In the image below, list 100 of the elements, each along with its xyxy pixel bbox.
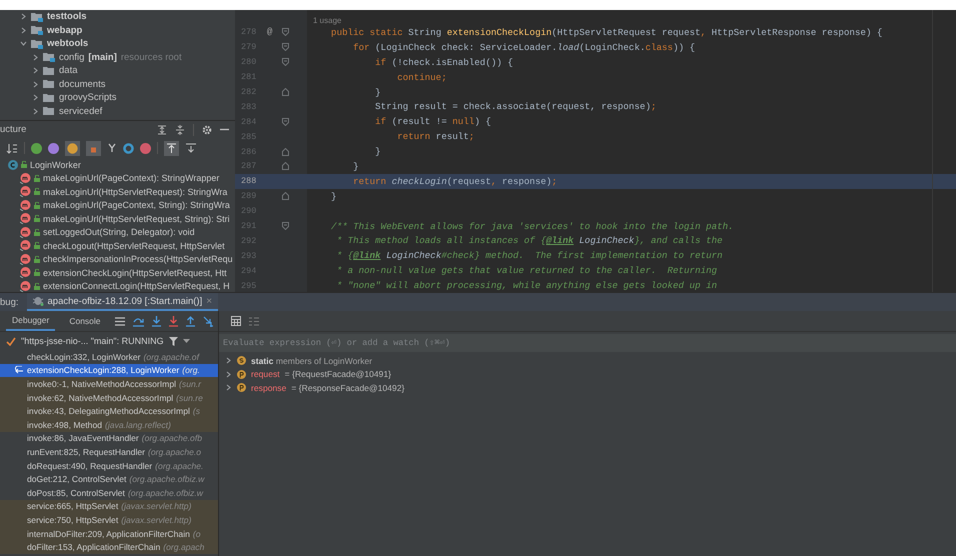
structure-item[interactable]: makeLoginUrl(PageContext, String): StringWra: [43, 200, 230, 210]
fold-icon[interactable]: [282, 43, 289, 52]
stack-frame[interactable]: extensionCheckLogin:288, LoginWorker (org.: [0, 364, 218, 378]
fork-icon[interactable]: [107, 143, 117, 153]
stack-frame[interactable]: invoke0:-1, NativeMethodAccessorImpl (sun.r: [0, 377, 218, 391]
code-line: }: [374, 146, 381, 158]
stack-frame[interactable]: doFilter:153, ApplicationFilterChain (org.apach: [0, 540, 218, 554]
run-to-cursor-icon[interactable]: [202, 316, 214, 326]
step-out-icon[interactable]: [186, 316, 195, 326]
panel-tab[interactable]: Console: [63, 311, 107, 331]
autoscroll-from-source-icon[interactable]: [185, 142, 197, 154]
stack-frame[interactable]: invoke:498, Method (java.lang.reflect): [0, 418, 218, 432]
fold-icon[interactable]: [282, 118, 289, 126]
code-line: * a non-null value gets that value returned to the caller. Returning: [336, 265, 717, 276]
ring-icon[interactable]: [123, 142, 134, 154]
code-line: /** This WebEvent allows for java 'services' to hook into the login path.: [330, 220, 734, 232]
settings-icon[interactable]: [202, 124, 212, 134]
fold-icon[interactable]: [282, 192, 289, 200]
fold-icon[interactable]: [282, 148, 289, 156]
chevron-right-icon[interactable]: [32, 108, 39, 115]
tree-item-label[interactable]: webapp: [47, 24, 82, 36]
lambda-icon[interactable]: [140, 142, 151, 154]
tree-item-label[interactable]: webtools: [47, 38, 88, 50]
usage-hint[interactable]: 1 usage: [313, 16, 342, 25]
override-marker-icon[interactable]: @: [267, 27, 276, 38]
lock-icon: [34, 188, 40, 196]
sort-icon[interactable]: [6, 142, 18, 154]
structure-item[interactable]: setLoggedOut(String, Delegator): void: [43, 227, 195, 238]
minimize-icon[interactable]: [220, 128, 229, 131]
structure-item[interactable]: extensionCheckLogin(HttpServletRequest, Htt: [43, 268, 227, 278]
property-icon[interactable]: [48, 142, 59, 154]
tree-item-label[interactable]: groovyScripts: [59, 92, 117, 104]
folder-icon: [43, 79, 55, 90]
tree-item-hint: resources root: [120, 52, 182, 63]
lock-icon: [34, 174, 40, 182]
chevron-right-icon[interactable]: [32, 54, 39, 61]
tree-item-label[interactable]: data: [59, 65, 78, 76]
tree-item-label[interactable]: documents: [59, 78, 106, 90]
chevron-down-icon[interactable]: [20, 40, 27, 48]
code-line: String result = check.associate(request, response);: [374, 101, 656, 112]
field-icon[interactable]: [65, 140, 80, 156]
parameter-icon: [237, 383, 246, 392]
panel-tab[interactable]: Debugger: [6, 311, 56, 331]
fold-icon[interactable]: [282, 28, 289, 36]
structure-item[interactable]: extensionConnectLogin(HttpServletRequest, H: [43, 281, 230, 292]
code-line: public static String extensionCheckLogin(HttpServletRequest request, HttpServletResponse response) {: [330, 26, 882, 38]
lock-icon: [21, 161, 27, 168]
method-icon: [20, 254, 31, 265]
structure-item[interactable]: checkLogout(HttpServletRequest, HttpServlet: [43, 240, 225, 251]
dropdown-caret-icon[interactable]: [182, 339, 190, 343]
return-arrow-icon: [15, 366, 24, 374]
structure-item[interactable]: makeLoginUrl(HttpServletRequest): StringWra: [43, 186, 228, 197]
folder-icon: [43, 66, 55, 76]
fold-icon[interactable]: [282, 222, 289, 230]
fold-icon[interactable]: [282, 58, 289, 66]
menu-icon[interactable]: [114, 316, 125, 326]
step-over-icon[interactable]: [132, 316, 144, 326]
parameter-icon: [237, 370, 246, 379]
watches-icon[interactable]: [249, 316, 259, 326]
variable-value: = {ResponseFacade@10492}: [291, 382, 404, 393]
tree-item-label[interactable]: testtools: [47, 11, 87, 22]
module-folder-icon: [43, 52, 55, 62]
force-step-into-icon[interactable]: [168, 316, 178, 326]
lock-icon: [34, 242, 40, 250]
chevron-right-icon[interactable]: [32, 94, 39, 102]
expand-all-icon[interactable]: [157, 124, 167, 134]
chevron-right-icon[interactable]: [32, 67, 39, 74]
structure-item[interactable]: makeLoginUrl(HttpServletRequest, String): Stri: [43, 214, 230, 224]
watch-expression-field[interactable]: Evaluate expression (⏎) or add a watch (⇧⌘⏎): [219, 334, 956, 352]
method-icon: [20, 172, 31, 184]
lock-toggle-icon[interactable]: [86, 140, 101, 156]
fold-icon[interactable]: [282, 88, 289, 96]
thread-selector[interactable]: "https-jsse-nio-... "main": RUNNING: [21, 336, 164, 346]
stack-frame[interactable]: invoke:62, NativeMethodAccessorImpl (sun.re: [0, 390, 218, 404]
calculator-icon[interactable]: [231, 316, 241, 326]
filter-icon[interactable]: [168, 336, 178, 346]
autoscroll-to-source-icon[interactable]: [164, 140, 179, 156]
lock-icon: [34, 256, 40, 263]
structure-item[interactable]: LoginWorker: [30, 160, 81, 170]
stack-frame[interactable]: service:665, HttpServlet (javax.servlet.http): [0, 500, 218, 514]
variable-name: request: [251, 369, 280, 380]
structure-item[interactable]: makeLoginUrl(PageContext): StringWrapper: [43, 173, 220, 184]
stack-frame[interactable]: service:750, HttpServlet (javax.servlet.http): [0, 513, 218, 527]
chevron-right-icon[interactable]: [20, 13, 27, 20]
tree-item-label[interactable]: servicedef: [59, 106, 102, 117]
stack-frame[interactable]: internalDoFilter:209, ApplicationFilterChain (o: [0, 526, 218, 540]
inherited-icon[interactable]: [31, 142, 42, 154]
chevron-right-icon[interactable]: [32, 80, 39, 88]
tree-item-label[interactable]: config: [59, 52, 84, 63]
stack-frame[interactable]: invoke:86, JavaEventHandler (org.apache.ofb: [0, 432, 218, 446]
variable-label: static members of LoginWorker: [251, 356, 372, 366]
chevron-right-icon[interactable]: [20, 26, 27, 34]
structure-item[interactable]: checkImpersonationInProcess(HttpServletRequ: [43, 254, 233, 264]
fold-icon[interactable]: [282, 162, 289, 170]
folder-icon: [43, 92, 55, 103]
collapse-all-icon[interactable]: [175, 124, 185, 134]
variable-value: = {RequestFacade@10491}: [284, 369, 392, 380]
session-tab[interactable]: apache-ofbiz-18.12.09 [:Start.main()] ×: [26, 293, 218, 311]
stack-frame[interactable]: invoke:43, DelegatingMethodAccessorImpl (s: [0, 404, 218, 418]
step-into-icon[interactable]: [152, 316, 161, 326]
